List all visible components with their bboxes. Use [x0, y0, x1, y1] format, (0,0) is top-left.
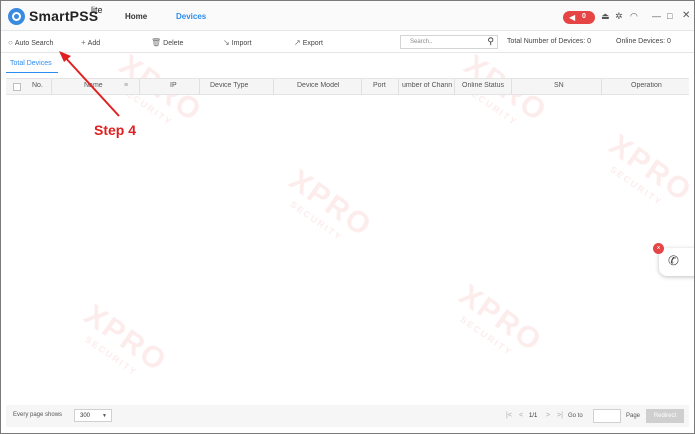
page-indicator: 1/1: [529, 413, 538, 419]
page-number-input[interactable]: [593, 409, 621, 423]
first-page-icon[interactable]: |<: [506, 412, 512, 419]
page-label: Page: [626, 413, 641, 419]
last-page-icon[interactable]: >|: [557, 412, 563, 419]
support-call-widget[interactable]: × ✆: [653, 243, 694, 276]
page-size-select[interactable]: 300 ▼: [74, 409, 112, 422]
step-annotation-label: Step 4: [94, 122, 137, 138]
close-widget-icon[interactable]: ×: [653, 243, 664, 254]
annotation-arrow: [59, 51, 120, 117]
chevron-down-icon: ▼: [102, 413, 107, 419]
prev-page-icon[interactable]: <: [519, 412, 523, 419]
arrow-shaft: [62, 54, 120, 117]
page-size-label: Every page shows: [13, 412, 63, 418]
redirect-button[interactable]: Redirect: [646, 409, 684, 423]
page-size-value: 300: [80, 413, 91, 419]
app-window: SmartPSS lite Home Devices ◀ 0 ⏏ ✲ ◠ — □…: [0, 0, 695, 434]
pagination-footer: Every page shows 300 ▼ |< < 1/1 > >| Go …: [6, 405, 689, 427]
go-to-label: Go to: [568, 413, 583, 419]
next-page-icon[interactable]: >: [546, 412, 550, 419]
phone-icon[interactable]: ✆: [668, 253, 679, 269]
